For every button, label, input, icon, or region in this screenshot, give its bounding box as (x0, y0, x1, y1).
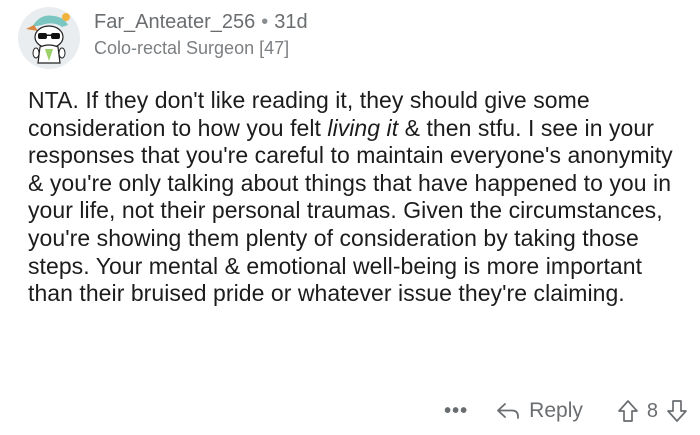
comment-meta: Far_Anteater_256 • 31d Colo-rectal Surge… (94, 9, 308, 60)
upvote-button[interactable] (617, 399, 639, 423)
vote-controls: 8 (617, 399, 688, 423)
comment-text-italic: living it (327, 114, 399, 141)
vote-score: 8 (646, 399, 658, 422)
user-avatar[interactable] (18, 7, 80, 69)
downvote-button[interactable] (666, 399, 688, 423)
comment-header: Far_Anteater_256 • 31d Colo-rectal Surge… (18, 6, 308, 70)
comment-text-part2: & then stfu. I see in your responses tha… (28, 114, 673, 307)
meta-separator: • (261, 10, 269, 33)
reply-arrow-icon (497, 403, 520, 419)
comment-age: 31d (274, 10, 308, 33)
snoo-avatar-icon (18, 7, 80, 69)
reply-button[interactable]: Reply (496, 399, 583, 423)
user-flair: Colo-rectal Surgeon [47] (94, 37, 290, 58)
comment-actions: ••• Reply 8 (444, 393, 688, 429)
downvote-arrow-icon (667, 400, 687, 422)
meta-line: Far_Anteater_256 • 31d (94, 9, 308, 35)
more-options-button[interactable]: ••• (444, 400, 468, 423)
upvote-arrow-icon (618, 400, 638, 422)
comment-paragraph: NTA. If they don't like reading it, they… (28, 87, 688, 308)
comment-body: NTA. If they don't like reading it, they… (28, 87, 688, 308)
username-link[interactable]: Far_Anteater_256 (94, 9, 255, 35)
comment: Far_Anteater_256 • 31d Colo-rectal Surge… (0, 0, 700, 435)
reply-label: Reply (529, 399, 583, 422)
